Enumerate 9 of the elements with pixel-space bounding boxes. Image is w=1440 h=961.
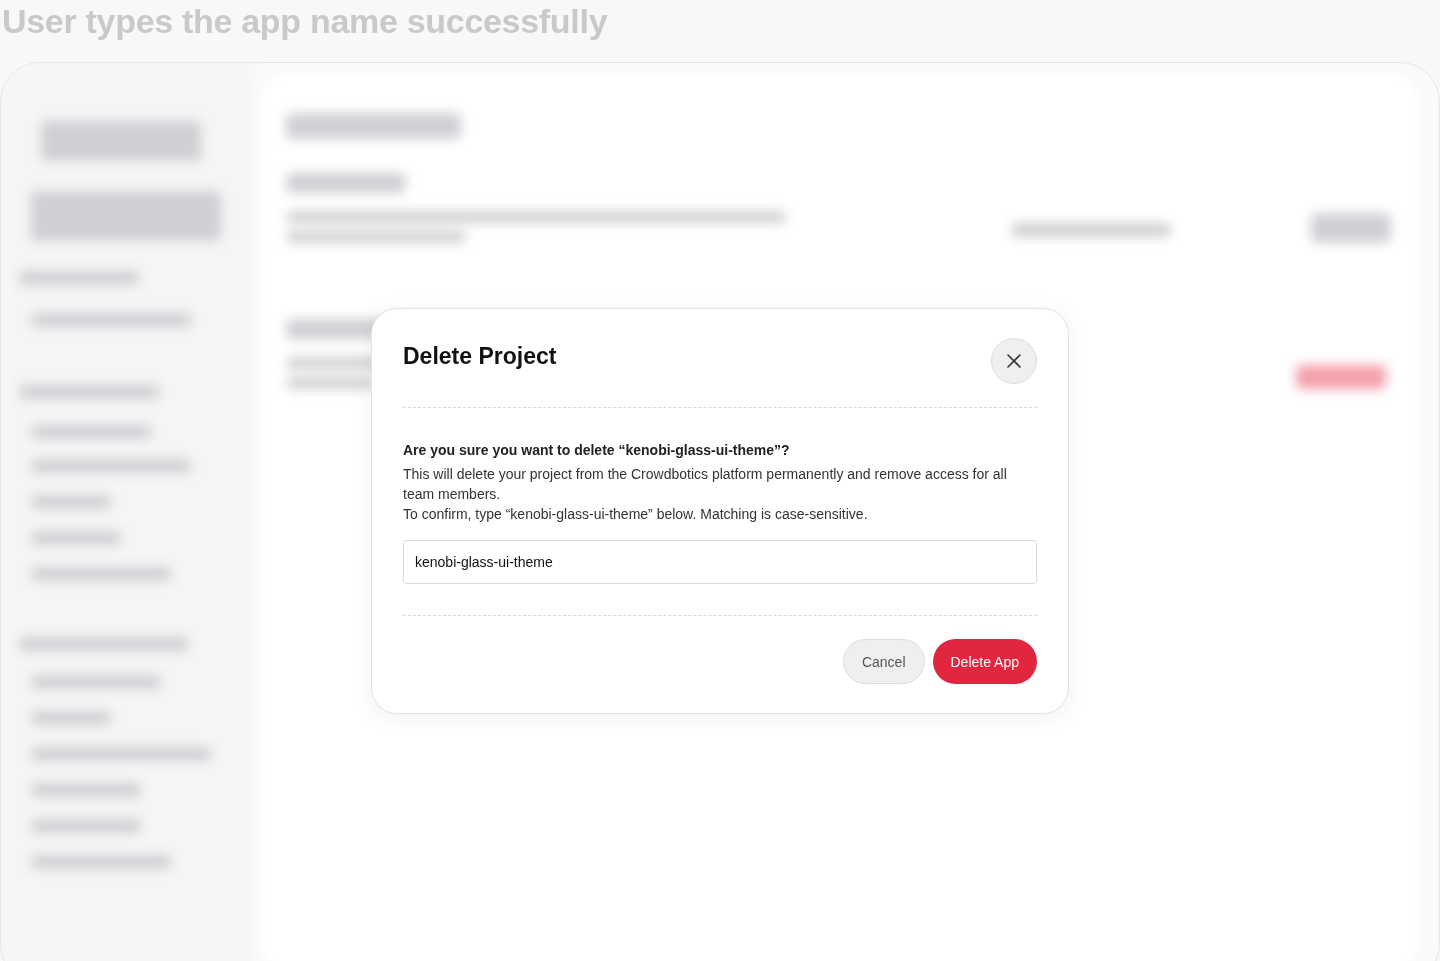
cancel-button[interactable]: Cancel xyxy=(842,639,925,684)
close-icon xyxy=(1007,354,1021,368)
project-name-field[interactable]: kenobi-glass-ui-theme xyxy=(403,540,1037,584)
confirm-question: Are you sure you want to delete “kenobi-glass-ui-theme”? xyxy=(403,441,791,460)
delete-button[interactable]: Delete App xyxy=(932,639,1037,684)
dialog-title: Delete Project xyxy=(403,343,557,370)
description-text: This will delete your project from the Crowdbotics platform permanently and remove access for all team members. xyxy=(403,465,1008,504)
close-button[interactable] xyxy=(991,338,1037,384)
instruction-text: To confirm, type “kenobi-glass-ui-theme” below. Matching is case-sensitive. xyxy=(403,505,869,524)
